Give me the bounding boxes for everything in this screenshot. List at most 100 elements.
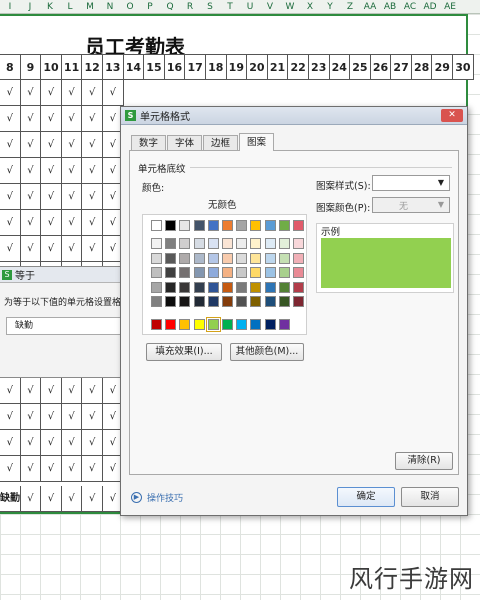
day-number-cell[interactable]: 17 — [185, 55, 206, 79]
standard-color-swatch[interactable] — [179, 319, 191, 330]
attendance-cell[interactable]: √ — [62, 430, 83, 455]
tint-color-swatch[interactable] — [222, 267, 233, 278]
theme-color-swatch[interactable] — [278, 220, 290, 231]
tab-border[interactable]: 边框 — [203, 135, 239, 151]
tint-color-swatch[interactable] — [236, 267, 248, 278]
column-letter[interactable]: O — [120, 0, 140, 13]
tab-font[interactable]: 字体 — [167, 135, 203, 151]
tint-color-swatch[interactable] — [193, 252, 205, 264]
column-letter[interactable]: V — [260, 0, 280, 13]
tint-color-swatch[interactable] — [278, 252, 290, 264]
column-letter[interactable]: AD — [420, 0, 440, 13]
tint-color-swatch[interactable] — [165, 281, 177, 293]
attendance-cell[interactable]: √ — [62, 404, 83, 429]
day-number-cell[interactable]: 12 — [82, 55, 103, 79]
theme-color-swatch[interactable] — [250, 220, 262, 231]
attendance-cell[interactable]: √ — [21, 404, 42, 429]
attendance-cell[interactable]: √ — [82, 80, 103, 105]
attendance-cell[interactable]: √ — [82, 210, 103, 235]
attendance-cell[interactable]: √ — [21, 430, 42, 455]
tint-color-swatch[interactable] — [193, 296, 205, 307]
tint-color-swatch[interactable] — [222, 296, 233, 307]
tint-color-swatch[interactable] — [207, 252, 219, 264]
tint-color-swatch[interactable] — [236, 281, 248, 293]
day-number-cell[interactable]: 14 — [124, 55, 145, 79]
attendance-cell[interactable]: √ — [82, 430, 103, 455]
attendance-cell[interactable]: √ — [0, 132, 21, 157]
attendance-cell[interactable]: √ — [82, 106, 103, 131]
tint-color-swatch[interactable] — [250, 296, 262, 307]
day-number-cell[interactable]: 27 — [391, 55, 412, 79]
attendance-cell[interactable]: √ — [62, 158, 83, 183]
attendance-cell[interactable]: √ — [103, 80, 124, 105]
attendance-cell[interactable]: √ — [82, 378, 103, 403]
attendance-cell[interactable]: √ — [21, 184, 42, 209]
tint-color-swatch[interactable] — [165, 252, 177, 264]
day-number-cell[interactable]: 26 — [371, 55, 392, 79]
standard-color-swatch[interactable] — [250, 319, 262, 330]
tint-color-swatch[interactable] — [293, 296, 304, 307]
attendance-cell[interactable]: √ — [41, 184, 62, 209]
attendance-cell[interactable]: √ — [62, 236, 83, 261]
tint-color-swatch[interactable] — [222, 238, 233, 249]
tint-color-swatch[interactable] — [264, 267, 276, 278]
day-number-cell[interactable]: 28 — [412, 55, 433, 79]
attendance-cell[interactable]: √ — [0, 210, 21, 235]
column-letter[interactable]: U — [240, 0, 260, 13]
theme-color-swatch[interactable] — [193, 220, 205, 231]
tint-color-swatch[interactable] — [236, 296, 248, 307]
attendance-cell[interactable]: √ — [0, 106, 21, 131]
attendance-cell[interactable]: √ — [21, 158, 42, 183]
attendance-cell[interactable]: √ — [62, 106, 83, 131]
column-letter[interactable]: K — [40, 0, 60, 13]
attendance-cell[interactable]: √ — [41, 132, 62, 157]
attendance-cell[interactable]: √ — [0, 430, 21, 455]
tab-number[interactable]: 数字 — [131, 135, 167, 151]
attendance-cell[interactable]: √ — [41, 378, 62, 403]
attendance-cell[interactable]: √ — [41, 236, 62, 261]
attendance-cell[interactable]: √ — [82, 456, 103, 481]
attendance-cell[interactable]: √ — [41, 106, 62, 131]
close-icon[interactable]: ✕ — [441, 109, 463, 122]
attendance-cell[interactable]: √ — [41, 486, 62, 511]
tint-color-swatch[interactable] — [193, 267, 205, 278]
attendance-cell[interactable]: √ — [0, 80, 21, 105]
tint-color-swatch[interactable] — [250, 267, 262, 278]
theme-color-swatch[interactable] — [207, 220, 219, 231]
day-number-cell[interactable]: 25 — [350, 55, 371, 79]
tint-color-swatch[interactable] — [250, 238, 262, 249]
theme-color-swatch[interactable] — [264, 220, 276, 231]
tint-color-swatch[interactable] — [278, 281, 290, 293]
clear-button[interactable]: 清除(R) — [395, 452, 453, 470]
attendance-cell[interactable]: √ — [82, 158, 103, 183]
attendance-cell[interactable]: √ — [41, 404, 62, 429]
theme-color-swatch[interactable] — [293, 220, 304, 231]
attendance-cell[interactable]: √ — [41, 158, 62, 183]
day-number-cell[interactable]: 23 — [309, 55, 330, 79]
tint-color-swatch[interactable] — [236, 238, 248, 249]
attendance-cell[interactable]: √ — [82, 486, 103, 511]
cancel-button[interactable]: 取消 — [401, 487, 459, 507]
tint-color-swatch[interactable] — [278, 238, 290, 249]
tint-color-swatch[interactable] — [293, 252, 304, 264]
attendance-cell[interactable]: √ — [21, 80, 42, 105]
tips-link[interactable]: ▶ 操作技巧 — [131, 491, 183, 504]
attendance-cell[interactable]: √ — [62, 486, 83, 511]
column-letter[interactable]: AC — [400, 0, 420, 13]
attendance-cell[interactable]: √ — [41, 210, 62, 235]
tint-color-swatch[interactable] — [250, 281, 262, 293]
day-number-cell[interactable]: 21 — [268, 55, 289, 79]
column-letter[interactable]: S — [200, 0, 220, 13]
tint-color-swatch[interactable] — [278, 267, 290, 278]
ok-button[interactable]: 确定 — [337, 487, 395, 507]
day-number-cell[interactable]: 11 — [62, 55, 83, 79]
day-number-cell[interactable]: 15 — [144, 55, 165, 79]
attendance-cell[interactable]: √ — [82, 236, 103, 261]
column-letter[interactable]: Q — [160, 0, 180, 13]
tint-color-swatch[interactable] — [207, 296, 219, 307]
tint-color-swatch[interactable] — [293, 281, 304, 293]
attendance-cell[interactable]: √ — [62, 378, 83, 403]
tint-color-swatch[interactable] — [165, 267, 177, 278]
attendance-cell[interactable]: √ — [62, 80, 83, 105]
attendance-cell[interactable]: √ — [0, 184, 21, 209]
